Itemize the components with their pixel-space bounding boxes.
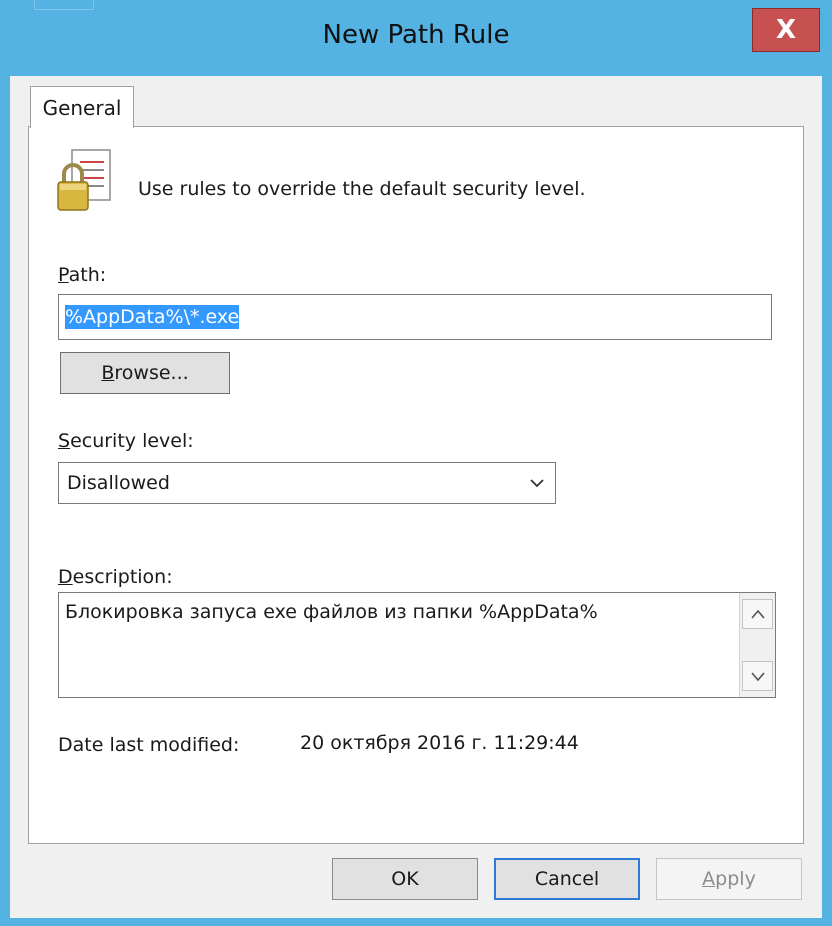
lock-document-icon	[57, 149, 111, 211]
cancel-button[interactable]: Cancel	[494, 858, 640, 900]
security-level-value: Disallowed	[67, 472, 170, 494]
date-modified-value: 20 октября 2016 г. 11:29:44	[300, 732, 579, 754]
close-button[interactable]: X	[752, 8, 820, 52]
tab-general[interactable]: General	[30, 86, 134, 128]
security-level-select[interactable]: Disallowed	[58, 462, 556, 504]
path-value-selected: %AppData%\*.exe	[65, 305, 240, 329]
date-modified-label: Date last modified:	[58, 734, 240, 756]
chevron-down-icon	[530, 479, 544, 488]
description-textarea[interactable]: Блокировка запуса exe файлов из папки %A…	[58, 592, 776, 698]
browse-button[interactable]: Browse...	[60, 352, 230, 394]
chevron-up-icon	[750, 609, 765, 619]
description-label: Description:	[58, 566, 173, 588]
ok-button[interactable]: OK	[332, 858, 478, 900]
path-input[interactable]: %AppData%\*.exe	[58, 294, 772, 340]
title-bar[interactable]: New Path Rule X	[0, 0, 832, 76]
scroll-down-button[interactable]	[742, 661, 773, 691]
dialog-window: New Path Rule X General Use rules to ove…	[0, 0, 832, 926]
intro-text: Use rules to override the default securi…	[138, 178, 586, 200]
security-level-label: Security level:	[58, 430, 194, 452]
description-text: Блокировка запуса exe файлов из папки %A…	[65, 601, 598, 623]
apply-button[interactable]: Apply	[656, 858, 802, 900]
description-scrollbar[interactable]	[739, 593, 775, 697]
close-icon: X	[775, 15, 797, 45]
path-label: Path:	[58, 264, 107, 286]
window-title: New Path Rule	[322, 20, 510, 50]
chevron-down-icon	[750, 672, 765, 682]
scroll-up-button[interactable]	[742, 599, 773, 629]
background-window-edge	[34, 0, 94, 10]
